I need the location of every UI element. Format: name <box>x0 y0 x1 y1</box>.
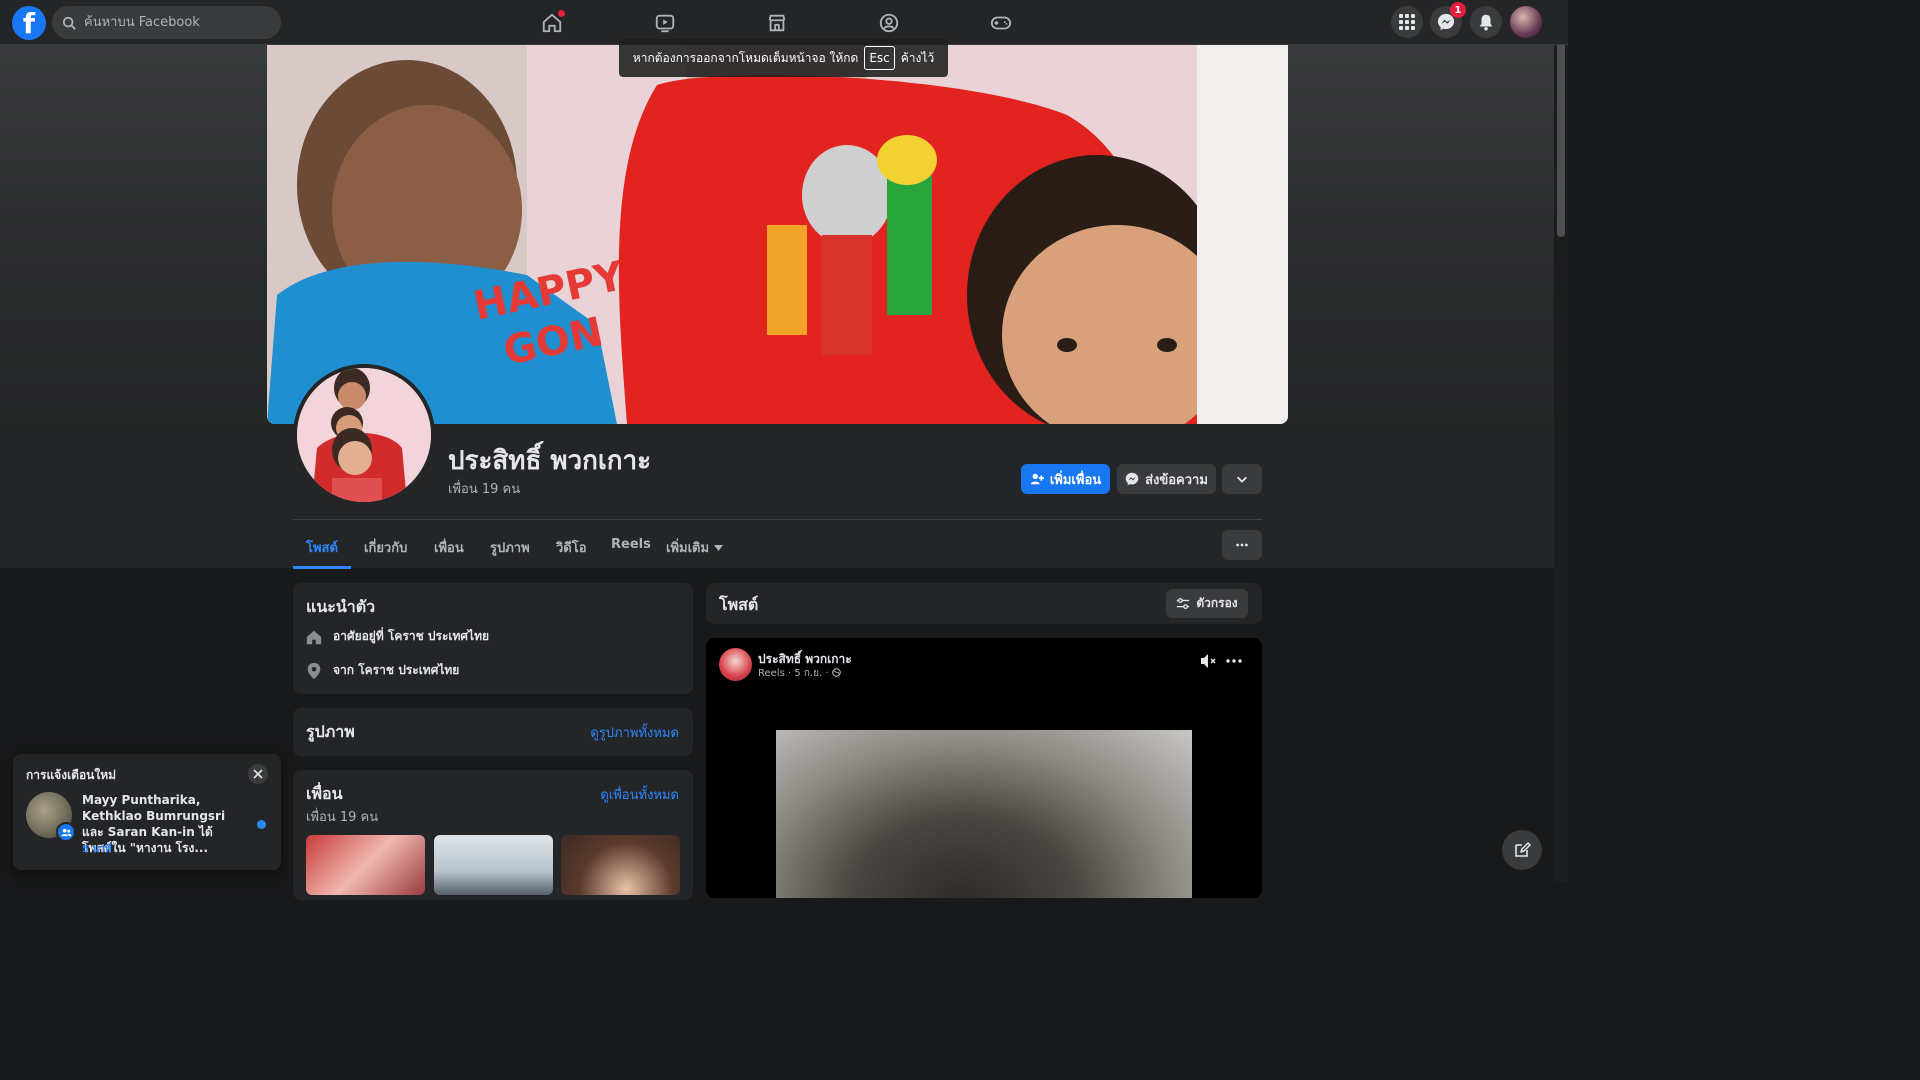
tab-about[interactable]: เกี่ยวกับ <box>364 537 407 558</box>
message-label: ส่งข้อความ <box>1145 472 1208 488</box>
see-all-photos-link[interactable]: ดูรูปภาพทั้งหมด <box>590 722 679 743</box>
friends-card-count: เพื่อน 19 คน <box>306 810 379 825</box>
caret-down-icon <box>714 544 724 551</box>
search-input[interactable] <box>82 14 262 31</box>
reel-video[interactable] <box>776 730 1192 898</box>
tab-more-label: เพิ่มเติม <box>666 541 710 556</box>
tab-photos[interactable]: รูปภาพ <box>490 537 530 558</box>
globe-icon <box>831 668 841 677</box>
muted-speaker-icon <box>1201 654 1216 668</box>
mute-button[interactable] <box>1199 652 1217 674</box>
cover-photo[interactable]: HAPPY GON <box>267 45 1288 424</box>
posts-title: โพสต์ <box>719 595 759 614</box>
fullscreen-tooltip: หากต้องการออกจากโหมดเต็มหน้าจอ ให้กด Esc… <box>619 39 948 77</box>
friend-thumbnail[interactable] <box>306 835 425 895</box>
facebook-logo[interactable]: f <box>12 6 46 40</box>
add-friend-icon <box>1030 473 1044 485</box>
see-all-friends-link[interactable]: ดูเพื่อนทั้งหมด <box>600 784 679 805</box>
nav-home[interactable] <box>537 8 567 38</box>
photos-title[interactable]: รูปภาพ <box>306 720 355 745</box>
more-options-dropdown-button[interactable] <box>1222 464 1262 494</box>
group-badge <box>56 822 76 842</box>
add-friend-label: เพิ่มเพื่อน <box>1049 472 1102 488</box>
new-notification-toast: การแจ้งเตือนใหม่ Mayy Puntharika, Kethkl… <box>13 754 281 870</box>
post-author-avatar[interactable] <box>719 648 752 681</box>
gaming-icon <box>990 16 1012 30</box>
ellipsis-icon <box>1226 659 1242 663</box>
home-notification-dot <box>558 10 565 17</box>
tab-posts[interactable]: โพสต์ <box>306 537 338 558</box>
ellipsis-icon <box>1236 543 1248 547</box>
nav-gaming[interactable] <box>986 8 1016 38</box>
scrollbar-thumb[interactable] <box>1557 12 1565 237</box>
page-scrollbar[interactable] <box>1554 0 1568 882</box>
nav-marketplace[interactable] <box>762 8 792 38</box>
search-icon <box>62 16 76 30</box>
reel-post-card: ประสิทธิ์ พวกเกาะ Reels · 5 ก.ย. · <box>706 638 1262 898</box>
notification-time: 5 นาที <box>82 844 112 855</box>
post-meta: Reels · 5 ก.ย. · <box>758 666 841 681</box>
post-options-button[interactable] <box>1225 652 1243 674</box>
video-icon <box>655 14 675 33</box>
post-meta-text[interactable]: Reels · 5 ก.ย. · <box>758 668 832 679</box>
close-icon <box>253 769 263 779</box>
add-friend-button[interactable]: เพิ่มเพื่อน <box>1021 464 1110 494</box>
chevron-down-icon <box>1237 476 1247 483</box>
intro-from-text[interactable]: จาก โคราช ประเทศไทย <box>333 661 459 680</box>
intro-lives-in: อาศัยอยู่ที่ โคราช ประเทศไทย <box>305 627 489 646</box>
location-pin-icon <box>307 662 321 679</box>
messenger-button[interactable]: 1 <box>1430 2 1466 38</box>
filter-button[interactable]: ตัวกรอง <box>1166 589 1248 618</box>
friend-thumbnail[interactable] <box>561 835 680 895</box>
tab-videos[interactable]: วิดีโอ <box>556 537 587 558</box>
account-avatar[interactable] <box>1510 6 1542 38</box>
nav-video[interactable] <box>650 8 680 38</box>
groups-icon <box>879 13 899 33</box>
active-tab-indicator <box>293 566 351 569</box>
tab-friends[interactable]: เพื่อน <box>434 537 464 558</box>
intro-from: จาก โคราช ประเทศไทย <box>305 661 459 680</box>
cover-photo-image: HAPPY GON <box>267 45 1288 424</box>
profile-more-button[interactable] <box>1222 530 1262 560</box>
message-button[interactable]: ส่งข้อความ <box>1117 464 1216 494</box>
grid-menu-icon <box>1399 14 1415 30</box>
intro-lives-in-text[interactable]: อาศัยอยู่ที่ โคราช ประเทศไทย <box>333 627 489 646</box>
unread-dot <box>257 820 266 829</box>
messenger-icon <box>1125 472 1139 486</box>
notification-title: การแจ้งเตือนใหม่ <box>26 768 117 782</box>
friend-thumbnail[interactable] <box>434 835 553 895</box>
profile-friends-count[interactable]: เพื่อน 19 คน <box>448 478 520 499</box>
tab-reels[interactable]: Reels <box>611 537 651 552</box>
filter-label: ตัวกรอง <box>1196 596 1238 610</box>
compose-icon <box>1515 842 1531 857</box>
posts-header-card: โพสต์ ตัวกรอง <box>706 583 1262 624</box>
messenger-badge: 1 <box>1450 2 1466 18</box>
esc-key-label: Esc <box>864 46 895 70</box>
marketplace-icon <box>768 14 786 32</box>
profile-picture[interactable] <box>293 364 435 506</box>
fullscreen-tip-suffix: ค้างไว้ <box>900 50 935 65</box>
header-divider <box>293 519 1262 520</box>
tab-more[interactable]: เพิ่มเติม <box>666 537 724 558</box>
bell-icon <box>1479 14 1493 31</box>
notifications-button[interactable] <box>1470 6 1502 38</box>
search-box[interactable] <box>52 6 281 39</box>
photos-card: รูปภาพ ดูรูปภาพทั้งหมด <box>293 708 693 756</box>
new-message-button[interactable] <box>1502 830 1542 870</box>
intro-card: แนะนำตัว อาศัยอยู่ที่ โคราช ประเทศไทย จา… <box>293 583 693 694</box>
group-icon <box>60 828 72 836</box>
intro-title: แนะนำตัว <box>306 597 376 616</box>
profile-name: ประสิทธิ์ พวกเกาะ <box>448 446 652 476</box>
menu-button[interactable] <box>1391 6 1423 38</box>
filter-sliders-icon <box>1177 597 1190 609</box>
notification-close-button[interactable] <box>248 764 268 784</box>
friends-title[interactable]: เพื่อน <box>306 782 343 807</box>
profile-picture-image <box>297 368 431 502</box>
home-icon <box>306 630 322 644</box>
fullscreen-tip-text: หากต้องการออกจากโหมดเต็มหน้าจอ ให้กด <box>632 50 859 65</box>
nav-groups[interactable] <box>874 8 904 38</box>
